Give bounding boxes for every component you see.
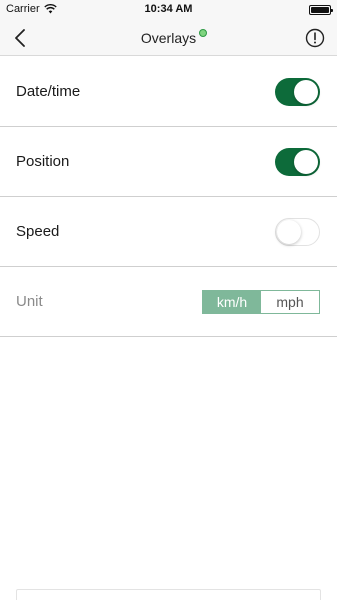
- setting-row-unit: Unit km/h mph: [0, 267, 337, 337]
- nav-title-container: Overlays: [0, 30, 337, 48]
- speed-label: Speed: [16, 223, 60, 240]
- setting-row-datetime: Date/time: [0, 57, 337, 127]
- position-label: Position: [16, 153, 70, 170]
- datetime-toggle[interactable]: [275, 77, 320, 106]
- datetime-label: Date/time: [16, 83, 81, 100]
- connection-status-dot: [199, 29, 207, 37]
- unit-label: Unit: [16, 293, 43, 310]
- status-time: 10:34 AM: [144, 3, 193, 15]
- info-icon[interactable]: [305, 28, 325, 48]
- battery-icon: [309, 5, 333, 15]
- status-bar: Carrier 10:34 AM: [0, 0, 337, 20]
- navigation-bar: Overlays: [0, 20, 337, 56]
- setting-row-speed: Speed: [0, 197, 337, 267]
- position-toggle[interactable]: [275, 147, 320, 176]
- unit-option-mph[interactable]: mph: [261, 291, 319, 313]
- bottom-card: [16, 589, 321, 600]
- setting-row-position: Position: [0, 127, 337, 197]
- page-title: Overlays: [140, 30, 197, 46]
- unit-segmented-control: km/h mph: [202, 290, 320, 314]
- unit-option-kmh[interactable]: km/h: [203, 291, 261, 313]
- toggle-knob: [277, 219, 301, 244]
- toggle-knob: [294, 79, 318, 104]
- toggle-knob: [294, 149, 318, 174]
- speed-toggle[interactable]: [275, 217, 320, 246]
